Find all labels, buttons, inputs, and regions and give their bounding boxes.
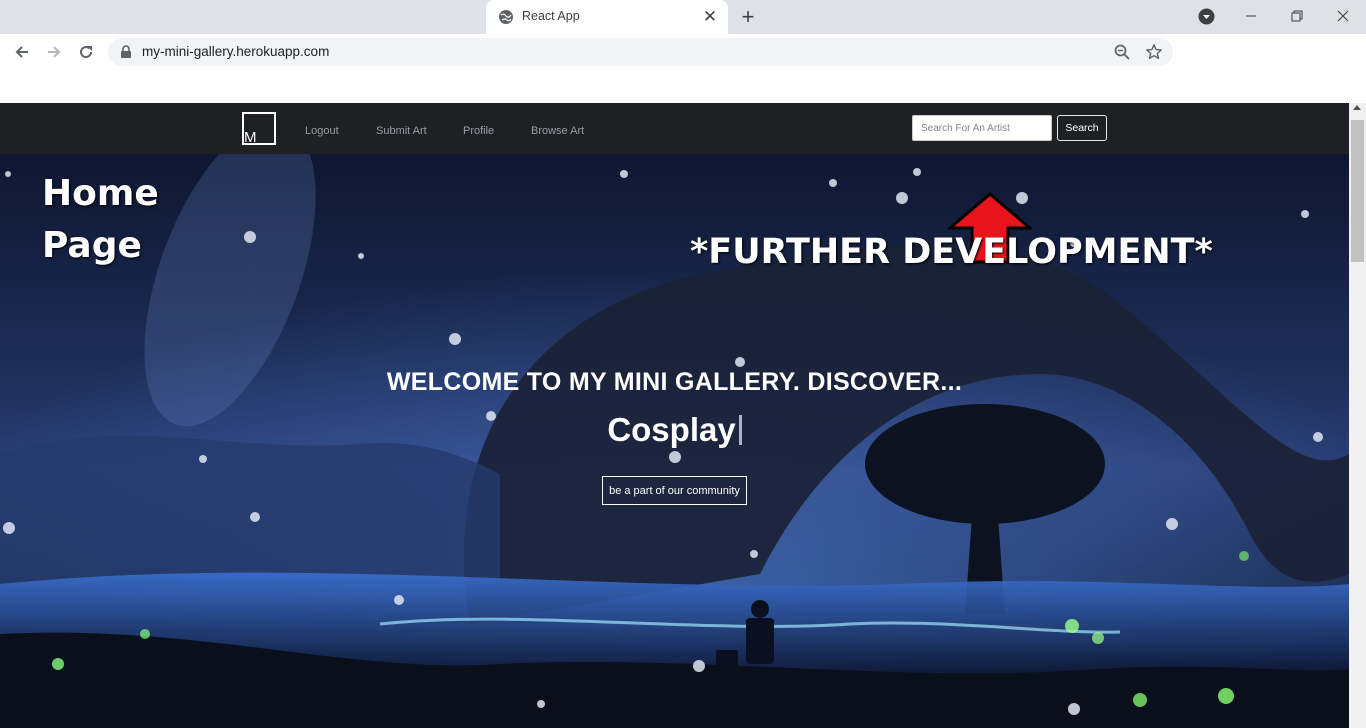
welcome-heading: WELCOME TO MY MINI GALLERY. DISCOVER...: [386, 368, 963, 396]
address-bar[interactable]: my-mini-gallery.herokuapp.com: [108, 38, 1173, 66]
minimize-icon[interactable]: [1238, 4, 1264, 28]
brand-logo[interactable]: M: [242, 112, 276, 146]
browser-bookmarks-area: [0, 70, 1366, 103]
tab-title: React App: [522, 9, 580, 23]
annotation-further-development: *FURTHER DEVELOPMENT*: [690, 232, 1213, 272]
artist-search-input[interactable]: [912, 115, 1052, 141]
scrollbar-thumb[interactable]: [1351, 120, 1364, 262]
annotation-home-line2: Page: [42, 225, 142, 266]
browser-toolbar: my-mini-gallery.herokuapp.com: [0, 34, 1366, 70]
restore-icon[interactable]: [1284, 4, 1310, 28]
annotation-home-line1: Home: [42, 173, 159, 214]
nav-logout-link[interactable]: Logout: [305, 125, 339, 137]
url-text: my-mini-gallery.herokuapp.com: [142, 44, 330, 59]
back-arrow-icon[interactable]: [10, 40, 34, 64]
profile-dropdown-icon[interactable]: [1198, 8, 1215, 25]
typed-word: Cosplay: [607, 411, 736, 448]
zoom-icon[interactable]: [1113, 43, 1131, 61]
browser-tab[interactable]: React App ✕: [486, 0, 728, 34]
close-tab-icon[interactable]: ✕: [700, 7, 720, 27]
annotation-home-page: Home Page: [42, 168, 159, 272]
nav-browse-art-link[interactable]: Browse Art: [531, 125, 584, 137]
reload-icon[interactable]: [74, 40, 98, 64]
join-community-button[interactable]: be a part of our community: [602, 476, 747, 505]
forward-arrow-icon[interactable]: [42, 40, 66, 64]
globe-icon: [499, 10, 513, 24]
browser-tabstrip: React App ✕ +: [0, 0, 1366, 34]
hero-section: Home Page *FURTHER DEVELOPMENT* WELCOME …: [0, 154, 1349, 728]
page-viewport: M Logout Submit Art Profile Browse Art S…: [0, 103, 1349, 728]
brand-letter: M: [244, 129, 257, 146]
nav-profile-link[interactable]: Profile: [463, 125, 494, 137]
window-close-icon[interactable]: [1330, 4, 1356, 28]
search-button[interactable]: Search: [1057, 115, 1107, 141]
site-navbar: M Logout Submit Art Profile Browse Art S…: [0, 103, 1349, 154]
lock-icon: [121, 45, 131, 58]
bookmark-star-icon[interactable]: [1145, 43, 1163, 61]
typed-text-container: Cosplay: [0, 411, 1349, 449]
new-tab-plus-icon[interactable]: +: [736, 4, 760, 29]
typing-caret: [738, 415, 742, 445]
page-scrollbar[interactable]: [1349, 103, 1366, 728]
nav-submit-art-link[interactable]: Submit Art: [376, 125, 427, 137]
scroll-up-arrow-icon[interactable]: [1353, 105, 1361, 110]
